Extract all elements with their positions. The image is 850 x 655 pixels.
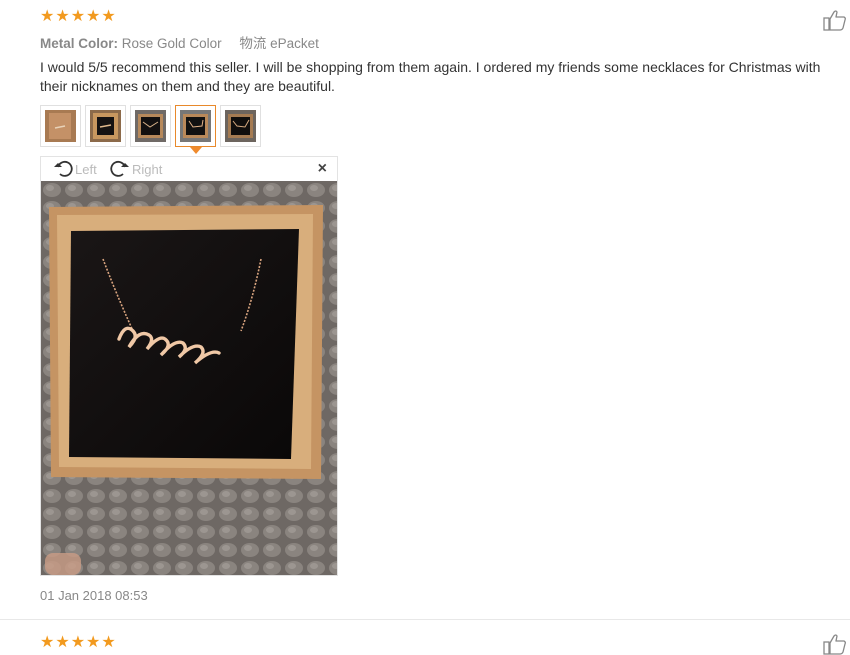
metal-color-value: Rose Gold Color bbox=[121, 36, 222, 51]
rotate-right-icon bbox=[110, 160, 129, 177]
star-icon: ★ bbox=[40, 634, 55, 651]
photo-viewer: Left Right × bbox=[40, 156, 338, 576]
review-meta: Metal Color: Rose Gold Color 物流 ePacket bbox=[40, 32, 319, 52]
star-icon: ★ bbox=[40, 8, 55, 25]
star-icon: ★ bbox=[86, 634, 101, 651]
star-icon: ★ bbox=[55, 8, 70, 25]
thumbs-up-icon[interactable] bbox=[823, 9, 847, 31]
photo-thumbnail-active[interactable] bbox=[175, 105, 216, 154]
star-icon: ★ bbox=[55, 634, 70, 651]
review-photo-thumbnails bbox=[40, 105, 261, 154]
close-icon[interactable]: × bbox=[318, 160, 327, 178]
review-item: ★ ★ ★ ★ ★ bbox=[0, 620, 850, 655]
photo-thumbnail[interactable] bbox=[220, 105, 261, 147]
rotate-right-button[interactable]: Right bbox=[110, 159, 162, 179]
metal-color-label: Metal Color: bbox=[40, 36, 119, 51]
photo-thumbnail-image bbox=[135, 110, 166, 142]
review-date: 01 Jan 2018 08:53 bbox=[40, 588, 148, 603]
star-icon: ★ bbox=[70, 634, 86, 651]
shipping-value: ePacket bbox=[270, 36, 319, 51]
rotate-left-button[interactable]: Left bbox=[53, 159, 97, 179]
photo-thumbnail[interactable] bbox=[40, 105, 81, 147]
star-icon: ★ bbox=[101, 8, 116, 25]
photo-thumbnail-image bbox=[180, 110, 211, 142]
star-icon: ★ bbox=[86, 8, 101, 25]
rotate-left-icon bbox=[54, 160, 73, 177]
rating-stars: ★ ★ ★ ★ ★ bbox=[40, 635, 116, 651]
photo-thumbnail[interactable] bbox=[130, 105, 171, 147]
review-item: ★ ★ ★ ★ ★ Metal Color: Rose Gold Color 物… bbox=[0, 0, 850, 620]
review-photo bbox=[41, 181, 337, 575]
rotate-left-label: Left bbox=[75, 161, 97, 177]
photo-thumbnail[interactable] bbox=[85, 105, 126, 147]
photo-thumbnail-image bbox=[225, 110, 256, 142]
shipping-label: 物流 bbox=[239, 36, 267, 51]
thumbs-up-icon[interactable] bbox=[823, 633, 847, 655]
star-icon: ★ bbox=[70, 8, 86, 25]
rating-stars: ★ ★ ★ ★ ★ bbox=[40, 9, 116, 25]
viewer-toolbar: Left Right × bbox=[41, 157, 337, 181]
review-text: I would 5/5 recommend this seller. I wil… bbox=[40, 59, 821, 94]
star-icon: ★ bbox=[101, 634, 116, 651]
photo-thumbnail-image bbox=[45, 110, 76, 142]
photo-thumbnail-image bbox=[90, 110, 121, 142]
rotate-right-label: Right bbox=[132, 161, 163, 177]
